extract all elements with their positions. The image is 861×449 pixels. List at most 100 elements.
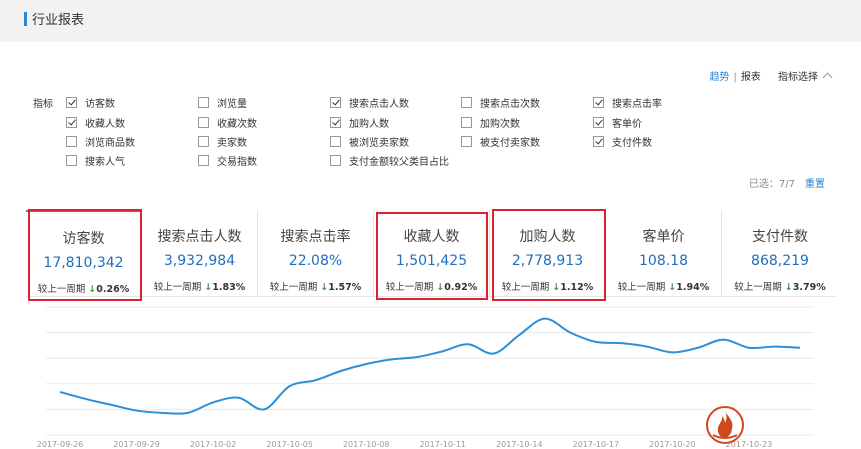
checkbox-unchecked-icon[interactable] — [66, 136, 77, 147]
comparison-label: 较上一周期 — [617, 282, 666, 293]
metric-title: 客单价 — [642, 229, 685, 245]
checkbox-unchecked-icon[interactable] — [461, 97, 472, 108]
checkbox-checked-icon[interactable] — [66, 117, 77, 128]
indicator-checkbox[interactable]: 卖家数 — [198, 134, 247, 149]
indicator-checkbox[interactable]: 被浏览卖家数 — [330, 134, 409, 149]
indicator-checkbox-label: 收藏人数 — [85, 119, 125, 130]
indicator-checkbox-label: 浏览量 — [217, 99, 247, 110]
indicator-checkbox[interactable]: 交易指数 — [198, 153, 257, 168]
checkbox-unchecked-icon[interactable] — [330, 155, 341, 166]
x-tick-label: 2017-10-05 — [266, 440, 313, 449]
x-tick-label: 2017-09-26 — [37, 440, 84, 449]
highlight-box-add-to-cart — [492, 209, 606, 301]
flame-icon — [706, 406, 744, 444]
checkbox-unchecked-icon[interactable] — [330, 136, 341, 147]
x-tick-label: 2017-10-20 — [649, 440, 696, 449]
watermark-logo — [703, 402, 861, 449]
metric-value: 22.08% — [288, 253, 343, 269]
indicator-checkbox-label: 加购次数 — [480, 119, 520, 130]
metric-title: 搜索点击人数 — [157, 229, 242, 245]
comparison-percent: 1.83% — [212, 282, 246, 293]
metric-card[interactable]: 支付件数 868,219 较上一周期 ↓3.79% — [722, 210, 838, 297]
indicator-checkbox[interactable]: 搜索点击人数 — [330, 95, 409, 110]
checkbox-unchecked-icon[interactable] — [461, 136, 472, 147]
metric-card[interactable]: 搜索点击人数 3,932,984 较上一周期 ↓1.83% — [142, 210, 258, 297]
chevron-up-icon — [822, 72, 833, 83]
checkbox-checked-icon[interactable] — [593, 97, 604, 108]
highlight-box-visitors — [28, 209, 142, 301]
comparison-label: 较上一周期 — [734, 282, 782, 293]
metric-title: 搜索点击率 — [280, 229, 351, 245]
x-tick-label: 2017-10-08 — [343, 440, 390, 449]
selected-count: 已选：7/7 — [748, 179, 795, 190]
page-header: 行业报表 — [0, 0, 861, 42]
checkbox-unchecked-icon[interactable] — [198, 117, 209, 128]
checkbox-checked-icon[interactable] — [330, 97, 341, 108]
x-tick-label: 2017-10-17 — [573, 440, 620, 449]
metric-value: 108.18 — [639, 253, 688, 269]
indicator-select-label: 指标选择 — [778, 72, 818, 83]
checkbox-checked-icon[interactable] — [593, 117, 604, 128]
x-tick-label: 2017-10-02 — [190, 440, 237, 449]
metric-comparison: 较上一周期 ↓1.94% — [606, 279, 721, 293]
x-tick-label: 2017-10-11 — [420, 440, 467, 449]
checkbox-unchecked-icon[interactable] — [66, 155, 77, 166]
comparison-label: 较上一周期 — [269, 282, 318, 293]
indicator-checkbox[interactable]: 客单价 — [593, 115, 642, 130]
metric-value: 3,932,984 — [163, 253, 236, 269]
metric-value: 868,219 — [751, 253, 809, 269]
comparison-percent: 3.79% — [792, 282, 826, 293]
comparison-percent: 1.57% — [328, 282, 362, 293]
view-switch: 趋势 | 报表 指标选择 — [709, 68, 833, 83]
indicator-checkbox-label: 搜索点击人数 — [349, 99, 409, 110]
indicator-checkbox[interactable]: 浏览量 — [198, 95, 247, 110]
link-separator: | — [733, 72, 737, 83]
comparison-label: 较上一周期 — [153, 282, 202, 293]
indicator-select-toggle[interactable]: 指标选择 — [778, 72, 833, 83]
indicator-checkbox-label: 客单价 — [612, 119, 642, 130]
indicator-checkbox-label: 支付金额较父类目占比 — [349, 157, 449, 168]
metric-comparison: 较上一周期 ↓3.79% — [722, 279, 838, 293]
checkbox-checked-icon[interactable] — [330, 117, 341, 128]
highlight-box-favorites — [376, 212, 488, 300]
indicator-checkbox-label: 收藏次数 — [217, 119, 257, 130]
metric-title: 支付件数 — [752, 229, 808, 245]
indicator-checkbox[interactable]: 收藏人数 — [66, 115, 125, 130]
indicator-checkbox[interactable]: 访客数 — [66, 95, 115, 110]
indicator-checkbox-label: 被支付卖家数 — [480, 138, 540, 149]
report-link[interactable]: 报表 — [741, 72, 761, 83]
indicator-checkbox-label: 访客数 — [85, 99, 115, 110]
indicator-checkbox[interactable]: 搜索点击率 — [593, 95, 662, 110]
indicator-checkbox-label: 被浏览卖家数 — [349, 138, 409, 149]
checkbox-unchecked-icon[interactable] — [461, 117, 472, 128]
metric-card[interactable]: 客单价 108.18 较上一周期 ↓1.94% — [606, 210, 722, 297]
indicator-checkbox[interactable]: 加购次数 — [461, 115, 520, 130]
indicator-checkbox-label: 搜索人气 — [85, 157, 125, 168]
indicator-checkbox[interactable]: 支付金额较父类目占比 — [330, 153, 449, 168]
checkbox-unchecked-icon[interactable] — [198, 136, 209, 147]
indicator-checkbox-label: 搜索点击次数 — [480, 99, 540, 110]
comparison-percent: 1.94% — [676, 282, 710, 293]
indicator-checkbox-label: 卖家数 — [217, 138, 247, 149]
indicator-checkbox[interactable]: 搜索点击次数 — [461, 95, 540, 110]
indicator-checkbox[interactable]: 收藏次数 — [198, 115, 257, 130]
metric-card[interactable]: 搜索点击率 22.08% 较上一周期 ↓1.57% — [258, 210, 374, 297]
checkbox-checked-icon[interactable] — [66, 97, 77, 108]
x-tick-label: 2017-09-29 — [113, 440, 160, 449]
indicator-checkbox[interactable]: 搜索人气 — [66, 153, 125, 168]
indicator-checkbox[interactable]: 加购人数 — [330, 115, 389, 130]
trend-link[interactable]: 趋势 — [709, 72, 729, 83]
x-tick-label: 2017-10-14 — [496, 440, 543, 449]
down-arrow-icon: ↓ — [784, 282, 793, 293]
reset-link[interactable]: 重置 — [805, 179, 825, 190]
trend-line-chart: 2017-09-26 2017-09-29 2017-10-02 2017-10-05… — [37, 306, 814, 449]
selection-summary: 已选：7/7 重置 — [749, 175, 825, 190]
indicator-checkbox[interactable]: 浏览商品数 — [66, 134, 135, 149]
checkbox-unchecked-icon[interactable] — [198, 155, 209, 166]
checkbox-unchecked-icon[interactable] — [198, 97, 209, 108]
indicator-checkbox-label: 浏览商品数 — [85, 138, 135, 149]
checkbox-checked-icon[interactable] — [593, 136, 604, 147]
indicator-checkbox[interactable]: 支付件数 — [593, 134, 652, 149]
indicator-checkbox-label: 交易指数 — [217, 157, 257, 168]
indicator-checkbox[interactable]: 被支付卖家数 — [461, 134, 540, 149]
